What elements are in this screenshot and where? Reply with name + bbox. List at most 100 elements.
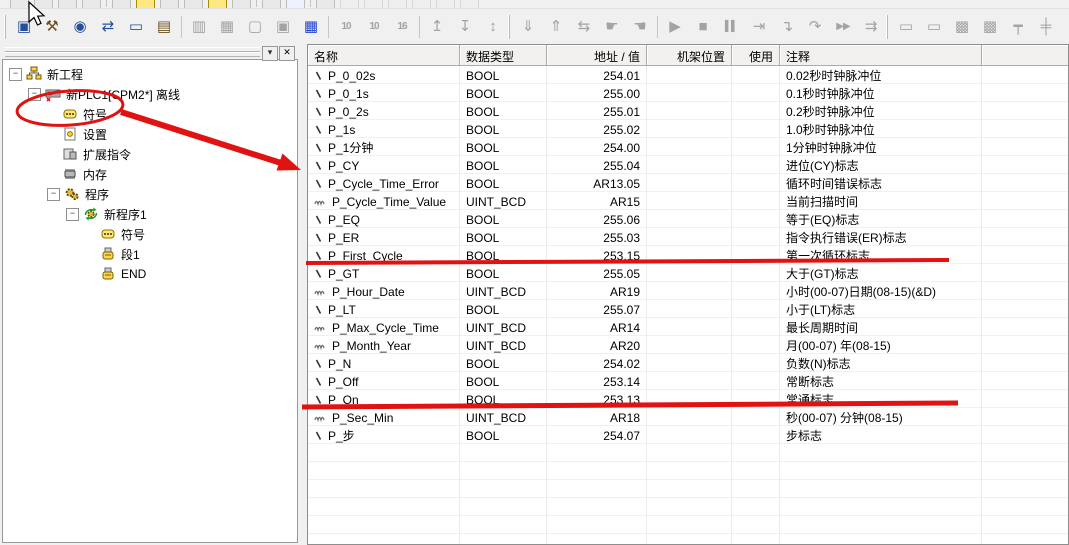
- cell-address: 253.14: [547, 372, 647, 390]
- mnemonic-view-button[interactable]: ▢: [241, 13, 269, 41]
- vertical-line-button[interactable]: ┻: [1060, 13, 1069, 41]
- symbol-row-P_1分钟[interactable]: P_1分钟BOOL254.001分钟时钟脉冲位: [308, 138, 1068, 156]
- cross-reference-button[interactable]: ⇄: [94, 13, 122, 41]
- symbol-row-P_Cycle_Time_Value[interactable]: P_Cycle_Time_ValueUINT_BCDAR15当前扫描时间: [308, 192, 1068, 210]
- tree-item-project[interactable]: − 新工程: [3, 64, 297, 84]
- tree-item-end[interactable]: END: [3, 264, 297, 284]
- column-header-type[interactable]: 数据类型: [460, 45, 547, 66]
- column-header-addr[interactable]: 地址 / 值: [547, 45, 647, 66]
- pause-button[interactable]: ▌▌: [717, 13, 745, 41]
- step-over-button[interactable]: ↷: [801, 13, 829, 41]
- tree-expander[interactable]: −: [28, 88, 41, 101]
- empty-row[interactable]: [308, 498, 1068, 516]
- symbol-row-P_0_02s[interactable]: P_0_02sBOOL254.010.02秒时钟脉冲位: [308, 66, 1068, 84]
- or-contact-icon: ┯: [1013, 19, 1022, 34]
- section-icon: [100, 246, 116, 262]
- symbol-row-P_0_1s[interactable]: P_0_1sBOOL255.000.1秒时钟脉冲位: [308, 84, 1068, 102]
- cell-filler: [982, 138, 1068, 156]
- download-button[interactable]: ⇓: [514, 13, 542, 41]
- empty-cell: [732, 462, 780, 480]
- symbol-row-P_0_2s[interactable]: P_0_2sBOOL255.010.2秒时钟脉冲位: [308, 102, 1068, 120]
- normally-open-contact-button[interactable]: ▭: [892, 13, 920, 41]
- tree-item-plc[interactable]: −新PLC1[CPM2*] 离线: [3, 84, 297, 104]
- tree-expander[interactable]: −: [47, 188, 60, 201]
- tree-item-program1[interactable]: −新程序1: [3, 204, 297, 224]
- empty-row[interactable]: [308, 534, 1068, 545]
- cell-address: 254.07: [547, 426, 647, 444]
- symbol-row-P_Max_Cycle_Time[interactable]: P_Max_Cycle_TimeUINT_BCDAR14最长周期时间: [308, 318, 1068, 336]
- empty-row[interactable]: [308, 444, 1068, 462]
- work-online-button[interactable]: ☛: [598, 13, 626, 41]
- run-to-end-button[interactable]: ⇉: [857, 13, 885, 41]
- compare-with-plc-button[interactable]: ↕: [479, 13, 507, 41]
- symbol-row-P_N[interactable]: P_NBOOL254.02负数(N)标志: [308, 354, 1068, 372]
- upload-button[interactable]: ⇑: [542, 13, 570, 41]
- symbol-row-P_Month_Year[interactable]: P_Month_YearUINT_BCDAR20月(00-07) 年(08-15…: [308, 336, 1068, 354]
- run-to-cursor-button[interactable]: ⇥: [745, 13, 773, 41]
- watch-window-button[interactable]: ◉: [66, 13, 94, 41]
- clipped-toolbar-icon: [262, 0, 281, 9]
- tree-item-settings[interactable]: 设置: [3, 124, 297, 144]
- empty-row[interactable]: [308, 516, 1068, 534]
- symbol-row-P_Off[interactable]: P_OffBOOL253.14常断标志: [308, 372, 1068, 390]
- compare-with-plc-icon: ↕: [489, 19, 497, 34]
- or-closed-contact-button[interactable]: ╪: [1032, 13, 1060, 41]
- tree-expander[interactable]: −: [66, 208, 79, 221]
- column-header-rack[interactable]: 机架位置: [647, 45, 732, 66]
- symbol-table-view-button[interactable]: ▦: [213, 13, 241, 41]
- symbol-row-P_步[interactable]: P_步BOOL254.07步标志: [308, 426, 1068, 444]
- tree-item-ext-instructions[interactable]: 扩展指令: [3, 144, 297, 164]
- normally-closed-contact-button[interactable]: ▭: [920, 13, 948, 41]
- hex-monitor-button[interactable]: 16: [388, 13, 416, 41]
- tree-item-label: 新工程: [47, 66, 83, 83]
- properties-button[interactable]: ▤: [150, 13, 178, 41]
- step-in-button[interactable]: ↴: [773, 13, 801, 41]
- symbol-row-P_First_Cycle[interactable]: P_First_CycleBOOL253.15第一次循环标志: [308, 246, 1068, 264]
- symbol-row-P_1s[interactable]: P_1sBOOL255.021.0秒时钟脉冲位: [308, 120, 1068, 138]
- fast-forward-button[interactable]: ▶▶: [829, 13, 857, 41]
- io-table-button[interactable]: ▦: [297, 13, 325, 41]
- column-header-use[interactable]: 使用: [732, 45, 780, 66]
- transfer-from-plc-button[interactable]: ↧: [451, 13, 479, 41]
- empty-row[interactable]: [308, 480, 1068, 498]
- tree-item-section1[interactable]: 段1: [3, 244, 297, 264]
- symbol-row-P_CY[interactable]: P_CYBOOL255.04进位(CY)标志: [308, 156, 1068, 174]
- signed-decimal-monitor-button[interactable]: 10: [360, 13, 388, 41]
- closed-coil-button[interactable]: ▩: [976, 13, 1004, 41]
- stop-button[interactable]: ■: [689, 13, 717, 41]
- workspace-titlebar[interactable]: ▾ ✕: [0, 44, 300, 59]
- cell-text: 负数(N)标志: [786, 355, 851, 372]
- column-header-comment[interactable]: 注释: [780, 45, 982, 66]
- verify-button[interactable]: ⇆: [570, 13, 598, 41]
- or-contact-button[interactable]: ┯: [1004, 13, 1032, 41]
- work-online-simulator-button[interactable]: ☚: [626, 13, 654, 41]
- symbol-name: P_EQ: [328, 213, 360, 227]
- symbol-row-P_Sec_Min[interactable]: P_Sec_MinUINT_BCDAR18秒(00-07) 分钟(08-15): [308, 408, 1068, 426]
- io-comment-view-button[interactable]: ▣: [269, 13, 297, 41]
- workspace-dropdown-button[interactable]: ▾: [262, 46, 278, 61]
- symbol-row-P_EQ[interactable]: P_EQBOOL255.06等于(EQ)标志: [308, 210, 1068, 228]
- run-button[interactable]: ▶: [661, 13, 689, 41]
- workspace-close-button[interactable]: ✕: [279, 46, 295, 61]
- compile-button[interactable]: ⚒: [38, 13, 66, 41]
- symbol-row-P_Hour_Date[interactable]: P_Hour_DateUINT_BCDAR19小时(00-07)日期(08-15…: [308, 282, 1068, 300]
- panel-splitter[interactable]: [300, 44, 307, 545]
- output-window-button[interactable]: ▭: [122, 13, 150, 41]
- symbol-row-P_Cycle_Time_Error[interactable]: P_Cycle_Time_ErrorBOOLAR13.05循环时间错误标志: [308, 174, 1068, 192]
- tree-item-memory[interactable]: 内存: [3, 164, 297, 184]
- tree-item-programs[interactable]: −程序: [3, 184, 297, 204]
- symbol-row-P_ER[interactable]: P_ERBOOL255.03指令执行错误(ER)标志: [308, 228, 1068, 246]
- symbol-row-P_GT[interactable]: P_GTBOOL255.05大于(GT)标志: [308, 264, 1068, 282]
- coil-button[interactable]: ▩: [948, 13, 976, 41]
- tree-expander[interactable]: −: [9, 68, 22, 81]
- new-view-button[interactable]: ▣: [10, 13, 38, 41]
- empty-row[interactable]: [308, 462, 1068, 480]
- transfer-to-plc-button[interactable]: ↥: [423, 13, 451, 41]
- tree-item-program1-symbols[interactable]: 符号: [3, 224, 297, 244]
- symbol-row-P_LT[interactable]: P_LTBOOL255.07小于(LT)标志: [308, 300, 1068, 318]
- tree-item-symbols[interactable]: 符号: [3, 104, 297, 124]
- decimal-monitor-button[interactable]: 10: [332, 13, 360, 41]
- symbol-row-P_On[interactable]: P_OnBOOL253.13常通标志: [308, 390, 1068, 408]
- ladder-view-button[interactable]: ▥: [185, 13, 213, 41]
- column-header-name[interactable]: 名称: [308, 45, 460, 66]
